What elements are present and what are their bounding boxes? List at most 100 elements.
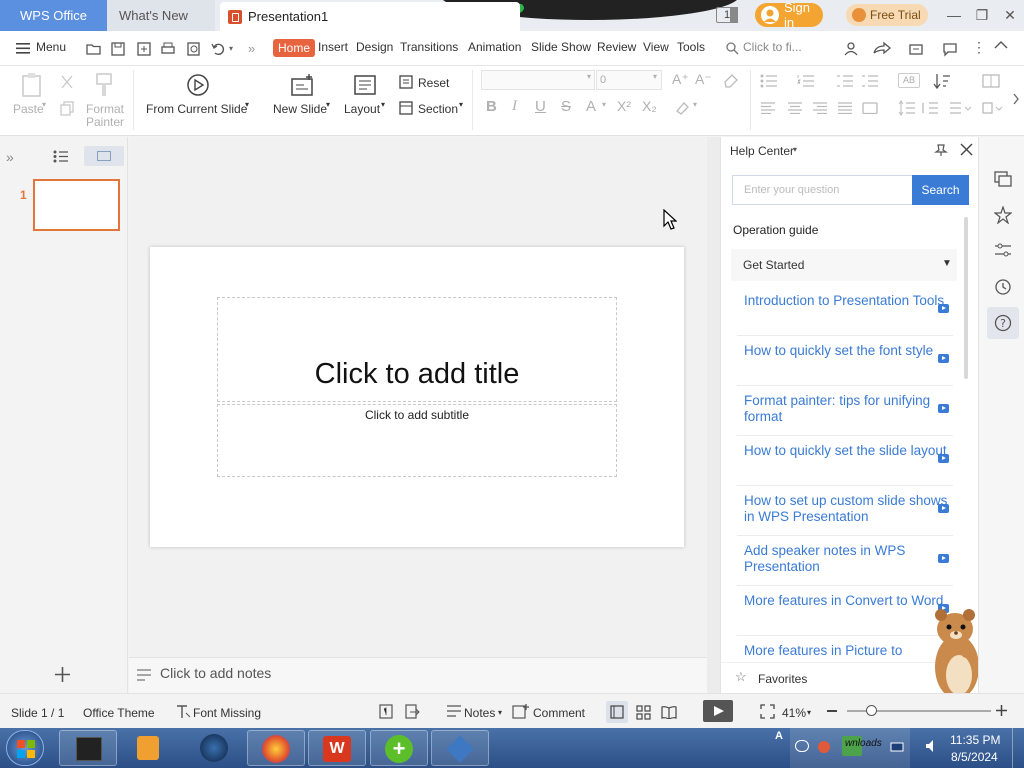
subscript-icon[interactable]: X₂ xyxy=(642,98,657,114)
network-icon[interactable] xyxy=(890,740,904,754)
new-slide-icon[interactable] xyxy=(290,73,316,97)
help-link-2[interactable]: How to quickly set the font style xyxy=(744,343,954,359)
paragraph-spacing-icon[interactable] xyxy=(921,100,939,116)
expand-panel-icon[interactable]: » xyxy=(6,149,14,165)
title-placeholder[interactable]: Click to add title xyxy=(217,297,617,402)
paste-icon[interactable] xyxy=(20,72,44,98)
taskbar-app-firefox[interactable] xyxy=(247,730,305,766)
section-dropdown-icon[interactable]: ▾ xyxy=(459,100,463,109)
strikethrough-icon[interactable]: S xyxy=(561,98,571,115)
format-painter-label-2[interactable]: Painter xyxy=(86,115,124,129)
play-from-current-icon[interactable] xyxy=(186,73,210,97)
layout-icon[interactable] xyxy=(353,74,377,96)
tab-slide-show[interactable]: Slide Show xyxy=(531,40,591,54)
help-link-6[interactable]: Add speaker notes in WPS Presentation xyxy=(744,543,954,575)
open-folder-icon[interactable] xyxy=(86,41,102,57)
undo-icon[interactable] xyxy=(210,41,226,57)
distribute-icon[interactable] xyxy=(862,102,878,114)
normal-view-button[interactable] xyxy=(606,701,628,723)
taskbar-app-wps[interactable]: W xyxy=(308,730,366,766)
taskbar-app-virtualbox[interactable] xyxy=(431,730,489,766)
slide-view-tab[interactable] xyxy=(84,146,124,166)
font-color-icon[interactable]: A xyxy=(586,98,596,115)
current-slide[interactable]: Click to add title Click to add subtitle xyxy=(150,247,684,547)
more-options-icon[interactable]: ⋮ xyxy=(972,39,986,56)
underline-icon[interactable]: U xyxy=(535,98,546,115)
paragraph-settings-icon[interactable] xyxy=(948,100,972,116)
save-icon[interactable] xyxy=(110,41,126,57)
comment-icon[interactable] xyxy=(942,41,958,57)
slide-sorter-icon[interactable] xyxy=(636,705,651,720)
section-button[interactable]: Section xyxy=(418,102,458,116)
reset-button[interactable]: Reset xyxy=(418,76,449,90)
print-preview-icon[interactable] xyxy=(186,41,202,57)
tab-tools[interactable]: Tools xyxy=(677,40,705,54)
layout-dropdown-icon[interactable]: ▾ xyxy=(381,100,385,109)
align-right-icon[interactable] xyxy=(812,102,828,114)
align-center-icon[interactable] xyxy=(787,102,803,114)
layout-button[interactable]: Layout xyxy=(344,102,380,116)
tab-insert[interactable]: Insert xyxy=(318,40,348,54)
header-footer-icon[interactable] xyxy=(404,704,420,719)
ribbon-scroll-right-icon[interactable] xyxy=(1012,92,1020,106)
font-color-dropdown-icon[interactable]: ▾ xyxy=(602,100,606,109)
tab-design[interactable]: Design xyxy=(356,40,393,54)
superscript-icon[interactable]: X² xyxy=(617,98,631,114)
comment-add-icon[interactable] xyxy=(512,703,530,720)
history-icon[interactable] xyxy=(994,278,1012,296)
notes-toggle-icon[interactable] xyxy=(446,704,462,718)
notes-toggle-button[interactable]: Notes xyxy=(464,706,495,720)
tab-transitions[interactable]: Transitions xyxy=(400,40,458,54)
get-started-section[interactable]: Get Started ▼ xyxy=(731,249,957,281)
from-current-slide-button[interactable]: From Current Slide xyxy=(146,102,247,116)
cut-icon[interactable] xyxy=(59,74,75,90)
comment-button[interactable]: Comment xyxy=(533,706,585,720)
language-indicator[interactable]: A xyxy=(775,730,789,766)
decrease-indent-icon[interactable] xyxy=(836,74,854,88)
minimize-icon[interactable]: — xyxy=(946,7,962,23)
help-center-title[interactable]: Help Center xyxy=(730,144,794,158)
fit-to-window-icon[interactable] xyxy=(760,704,775,719)
clock-time[interactable]: 11:35 PM xyxy=(950,733,1000,747)
restore-icon[interactable]: ❐ xyxy=(974,7,990,23)
pin-icon[interactable] xyxy=(934,143,948,157)
close-window-icon[interactable]: ✕ xyxy=(1002,7,1018,23)
zoom-out-icon[interactable] xyxy=(827,710,837,712)
print-icon[interactable] xyxy=(160,41,176,57)
section-icon[interactable] xyxy=(398,100,414,116)
tab-view[interactable]: View xyxy=(643,40,669,54)
command-search-input[interactable]: Click to fi... xyxy=(743,40,802,54)
zoom-in-icon[interactable] xyxy=(996,705,1007,716)
tab-animation[interactable]: Animation xyxy=(468,40,521,54)
font-name-combo[interactable] xyxy=(481,70,595,90)
notes-area[interactable]: Click to add notes xyxy=(129,657,707,693)
properties-panel-icon[interactable] xyxy=(994,242,1012,258)
clock-date[interactable]: 8/5/2024 xyxy=(951,750,998,764)
export-pdf-icon[interactable] xyxy=(136,41,152,57)
new-slide-button[interactable]: New Slide xyxy=(273,102,327,116)
sign-in-button[interactable]: Sign in xyxy=(755,0,823,30)
from-current-slide-dropdown-icon[interactable]: ▾ xyxy=(245,100,249,109)
slide-number-icon[interactable] xyxy=(379,704,393,719)
italic-icon[interactable]: I xyxy=(512,98,517,115)
taskbar-app-terminal[interactable] xyxy=(59,730,117,766)
reading-view-icon[interactable] xyxy=(661,705,677,719)
add-slide-icon[interactable] xyxy=(54,666,71,683)
help-link-4[interactable]: How to quickly set the slide layout xyxy=(744,443,954,459)
slide-thumbnail-1[interactable] xyxy=(33,179,120,231)
decrease-font-icon[interactable]: A⁻ xyxy=(695,71,712,88)
tab-home[interactable]: Home xyxy=(273,39,316,57)
share-user-icon[interactable] xyxy=(843,41,859,57)
justify-icon[interactable] xyxy=(837,102,853,114)
help-link-1[interactable]: Introduction to Presentation Tools xyxy=(744,293,954,309)
help-link-5[interactable]: How to set up custom slide shows in WPS … xyxy=(744,493,954,525)
show-desktop-button[interactable] xyxy=(1012,728,1024,768)
undo-dropdown-icon[interactable]: ▾ xyxy=(229,44,233,53)
help-scrollbar[interactable] xyxy=(964,217,968,379)
paste-dropdown-icon[interactable]: ▾ xyxy=(42,100,46,109)
paste-button[interactable]: Paste xyxy=(13,102,44,116)
font-missing-button[interactable]: Font Missing xyxy=(193,706,261,720)
increase-indent-icon[interactable] xyxy=(861,74,879,88)
format-painter-label-1[interactable]: Format xyxy=(86,102,124,116)
transition-panel-icon[interactable] xyxy=(994,171,1012,187)
